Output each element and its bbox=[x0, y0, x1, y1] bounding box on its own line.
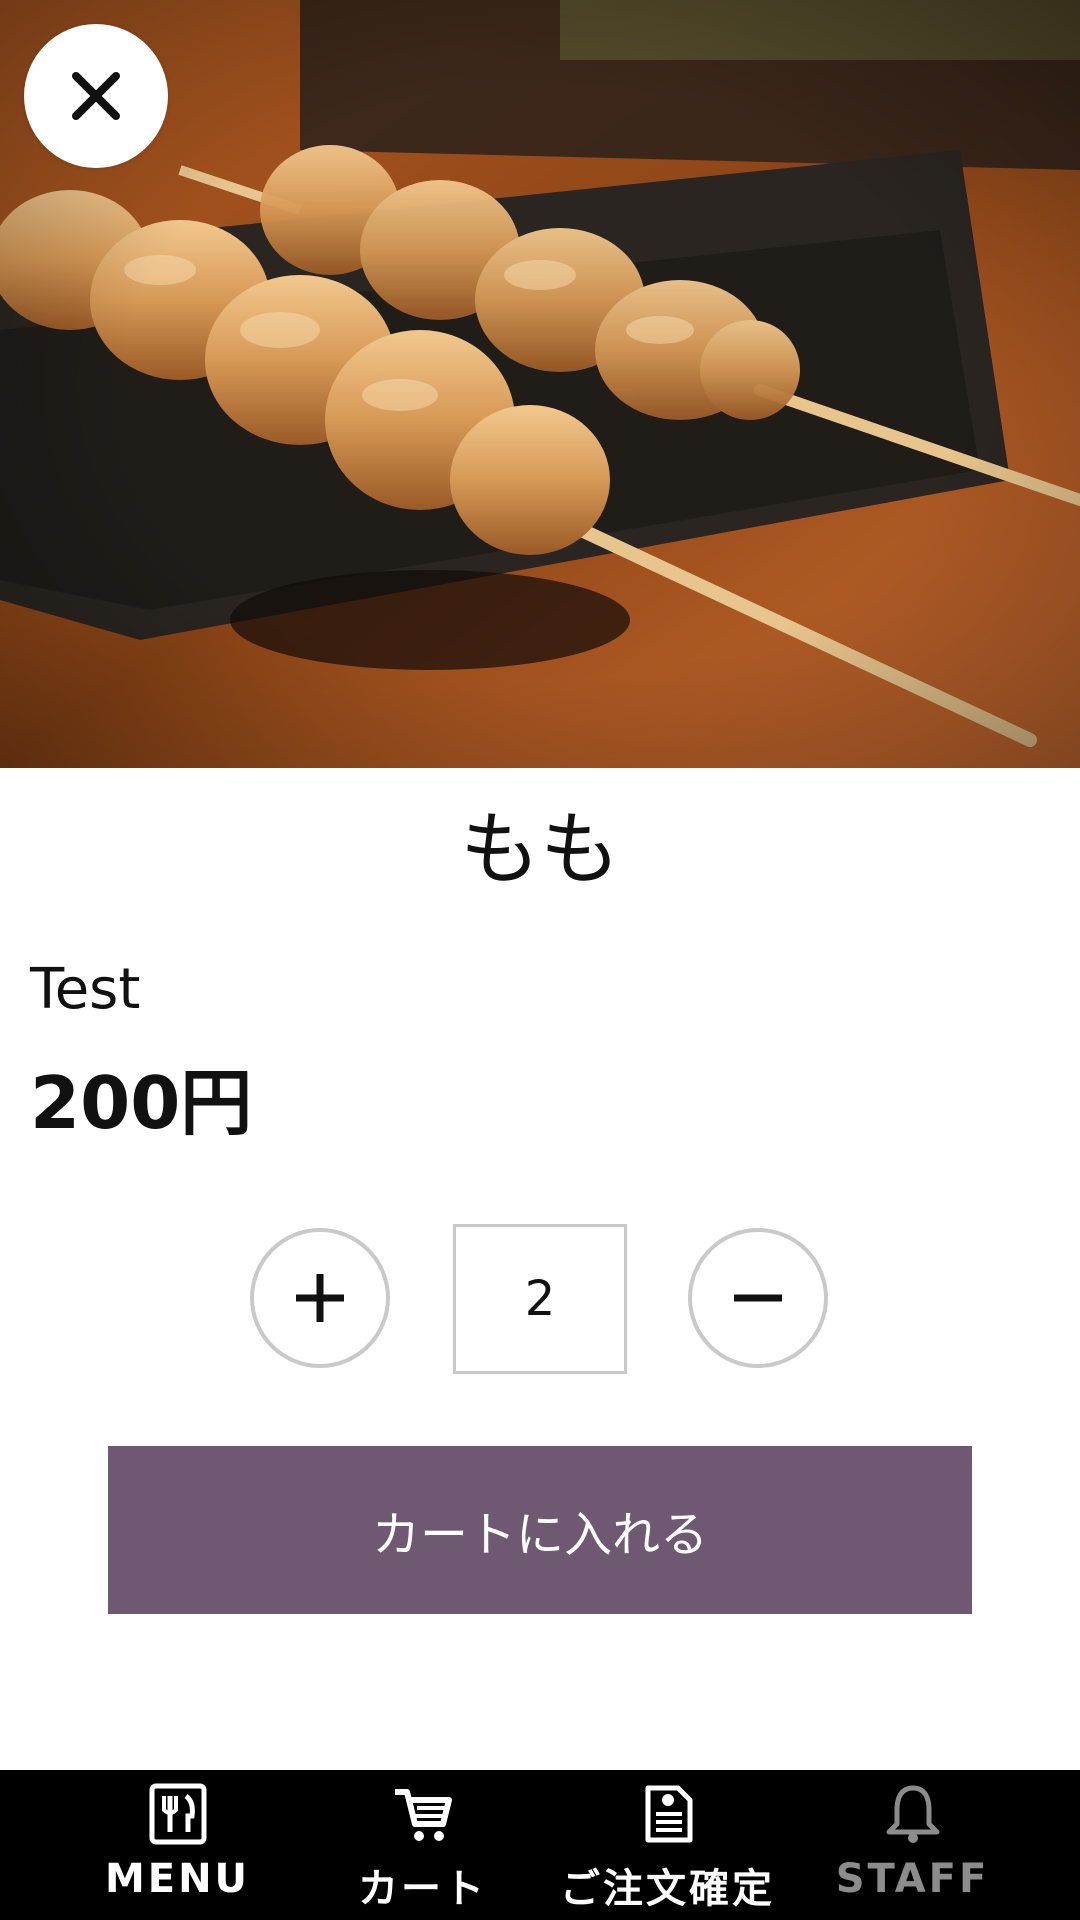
product-price: 200円 bbox=[30, 1061, 253, 1145]
nav-item-staff[interactable]: STAFF bbox=[790, 1770, 1035, 1920]
menu-icon bbox=[149, 1783, 206, 1845]
close-icon bbox=[72, 72, 120, 120]
nav-item-order-confirm[interactable]: ご注文確定 bbox=[545, 1770, 790, 1920]
nav-item-menu[interactable]: MENU bbox=[55, 1770, 300, 1920]
close-button[interactable] bbox=[24, 24, 168, 168]
order-confirm-icon bbox=[645, 1785, 692, 1843]
product-name: もも bbox=[460, 803, 620, 896]
cart-icon bbox=[394, 1789, 452, 1841]
add-to-cart-button[interactable]: カートに入れる bbox=[108, 1446, 972, 1614]
bell-icon bbox=[886, 1785, 939, 1843]
decrease-quantity-button[interactable] bbox=[688, 1228, 828, 1368]
quantity-stepper: 2 bbox=[0, 1224, 1080, 1374]
nav-label-order-confirm: ご注文確定 bbox=[560, 1866, 775, 1912]
product-detail-screen: もも Test 200円 2 カートに入れる MENU カート ご注文確定 ST… bbox=[0, 0, 1080, 1920]
quantity-value[interactable]: 2 bbox=[453, 1224, 627, 1374]
product-description: Test bbox=[30, 957, 141, 1022]
nav-label-menu: MENU bbox=[104, 1856, 251, 1902]
minus-icon bbox=[734, 1294, 782, 1302]
nav-item-cart[interactable]: カート bbox=[300, 1770, 545, 1920]
nav-label-staff: STAFF bbox=[835, 1856, 990, 1902]
bottom-navigation: MENU カート ご注文確定 STAFF bbox=[0, 1770, 1080, 1920]
nav-label-cart: カート bbox=[358, 1866, 487, 1912]
plus-icon bbox=[296, 1274, 344, 1322]
increase-quantity-button[interactable] bbox=[250, 1228, 390, 1368]
